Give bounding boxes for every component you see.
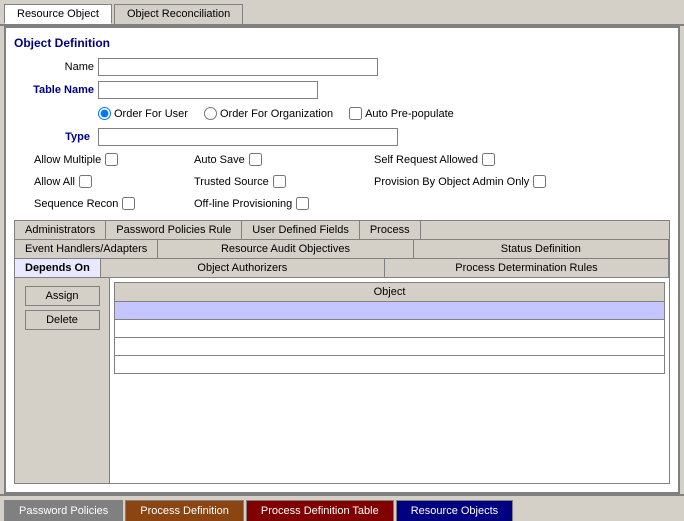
table-row[interactable]	[115, 356, 665, 374]
name-row: Name	[14, 58, 670, 76]
checkboxes-row2: Allow All Trusted Source Provision By Ob…	[14, 175, 670, 188]
inner-tabs-row3: Depends On Object Authorizers Process De…	[15, 259, 669, 278]
tab-object-reconciliation[interactable]: Object Reconciliation	[114, 4, 243, 24]
object-table: Object	[114, 282, 665, 374]
inner-tabs-container: Administrators Password Policies Rule Us…	[14, 220, 670, 484]
tab-administrators[interactable]: Administrators	[15, 221, 106, 239]
assign-button[interactable]: Assign	[25, 286, 100, 306]
radio-order-for-org[interactable]: Order For Organization	[204, 107, 333, 120]
bottom-tab-resource-objects[interactable]: Resource Objects	[396, 500, 513, 521]
tab-status-definition[interactable]: Status Definition	[414, 240, 669, 258]
table-row[interactable]	[115, 320, 665, 338]
bottom-tab-process-definition[interactable]: Process Definition	[125, 500, 244, 521]
sequence-recon-label: Sequence Recon	[34, 198, 118, 210]
table-row[interactable]	[115, 302, 665, 320]
radio-order-org-label: Order For Organization	[220, 108, 333, 120]
tab-object-authorizers[interactable]: Object Authorizers	[101, 259, 385, 277]
inner-tabs-row2: Event Handlers/Adapters Resource Audit O…	[15, 240, 669, 259]
table-row[interactable]	[115, 338, 665, 356]
offline-provisioning-label: Off-line Provisioning	[194, 198, 292, 210]
type-input[interactable]	[98, 128, 398, 146]
name-input[interactable]	[98, 58, 378, 76]
delete-button[interactable]: Delete	[25, 310, 100, 330]
inner-tabs-row1: Administrators Password Policies Rule Us…	[15, 221, 669, 240]
auto-save-checkbox[interactable]	[249, 153, 262, 166]
tab-event-handlers[interactable]: Event Handlers/Adapters	[15, 240, 158, 258]
checkboxes-row3: Sequence Recon Off-line Provisioning	[14, 197, 670, 210]
allow-all-cell: Allow All	[14, 175, 194, 188]
allow-multiple-label: Allow Multiple	[34, 154, 101, 166]
provision-admin-checkbox[interactable]	[533, 175, 546, 188]
checkbox-auto-pre-label: Auto Pre-populate	[365, 108, 454, 120]
bottom-tabs: Password Policies Process Definition Pro…	[0, 494, 684, 521]
auto-save-label: Auto Save	[194, 154, 245, 166]
tab-user-defined-fields[interactable]: User Defined Fields	[242, 221, 360, 239]
content-area: Object Definition Name Table Name Order …	[4, 26, 680, 494]
provision-admin-cell: Provision By Object Admin Only	[374, 175, 574, 188]
object-definition-form: Name Table Name Order For User Order For…	[14, 58, 670, 212]
radio-order-user-input[interactable]	[98, 107, 111, 120]
tab-process[interactable]: Process	[360, 221, 421, 239]
trusted-source-label: Trusted Source	[194, 176, 269, 188]
object-cell	[115, 302, 665, 320]
object-cell	[115, 320, 665, 338]
top-tabs: Resource Object Object Reconciliation	[0, 0, 684, 26]
object-cell	[115, 356, 665, 374]
radio-order-user-label: Order For User	[114, 108, 188, 120]
offline-provisioning-checkbox[interactable]	[296, 197, 309, 210]
bottom-tab-password-policies[interactable]: Password Policies	[4, 500, 123, 521]
radio-order-for-user[interactable]: Order For User	[98, 107, 188, 120]
tab-password-policies-rule[interactable]: Password Policies Rule	[106, 221, 242, 239]
sequence-recon-checkbox[interactable]	[122, 197, 135, 210]
tab-depends-on[interactable]: Depends On	[15, 259, 101, 277]
tab-resource-object[interactable]: Resource Object	[4, 4, 112, 24]
main-container: Resource Object Object Reconciliation Ob…	[0, 0, 684, 521]
allow-multiple-cell: Allow Multiple	[14, 153, 194, 166]
left-buttons-panel: Assign Delete	[15, 278, 110, 483]
right-table-panel: Object	[110, 278, 669, 483]
bottom-tab-process-definition-table[interactable]: Process Definition Table	[246, 500, 394, 521]
type-row: Type	[14, 128, 670, 146]
section-title: Object Definition	[14, 36, 670, 50]
name-label: Name	[14, 61, 94, 73]
type-label: Type	[14, 131, 94, 143]
radio-row: Order For User Order For Organization Au…	[14, 107, 670, 120]
offline-provisioning-cell: Off-line Provisioning	[194, 197, 374, 210]
checkbox-auto-pre-input[interactable]	[349, 107, 362, 120]
radio-order-org-input[interactable]	[204, 107, 217, 120]
table-name-row: Table Name	[14, 81, 670, 99]
radio-auto-pre-populate[interactable]: Auto Pre-populate	[349, 107, 454, 120]
object-cell	[115, 338, 665, 356]
table-name-label: Table Name	[14, 84, 94, 96]
tab-process-determination[interactable]: Process Determination Rules	[385, 259, 669, 277]
provision-admin-label: Provision By Object Admin Only	[374, 176, 529, 188]
sequence-recon-cell: Sequence Recon	[14, 197, 194, 210]
object-column-header: Object	[115, 283, 665, 302]
tab-panel-depends-on: Assign Delete Object	[15, 278, 669, 483]
tab-resource-audit[interactable]: Resource Audit Objectives	[158, 240, 413, 258]
self-request-checkbox[interactable]	[482, 153, 495, 166]
allow-all-label: Allow All	[34, 176, 75, 188]
table-name-input[interactable]	[98, 81, 318, 99]
trusted-source-cell: Trusted Source	[194, 175, 374, 188]
self-request-cell: Self Request Allowed	[374, 153, 574, 166]
trusted-source-checkbox[interactable]	[273, 175, 286, 188]
allow-all-checkbox[interactable]	[79, 175, 92, 188]
checkboxes-row1: Allow Multiple Auto Save Self Request Al…	[14, 153, 670, 166]
self-request-label: Self Request Allowed	[374, 154, 478, 166]
auto-save-cell: Auto Save	[194, 153, 374, 166]
allow-multiple-checkbox[interactable]	[105, 153, 118, 166]
